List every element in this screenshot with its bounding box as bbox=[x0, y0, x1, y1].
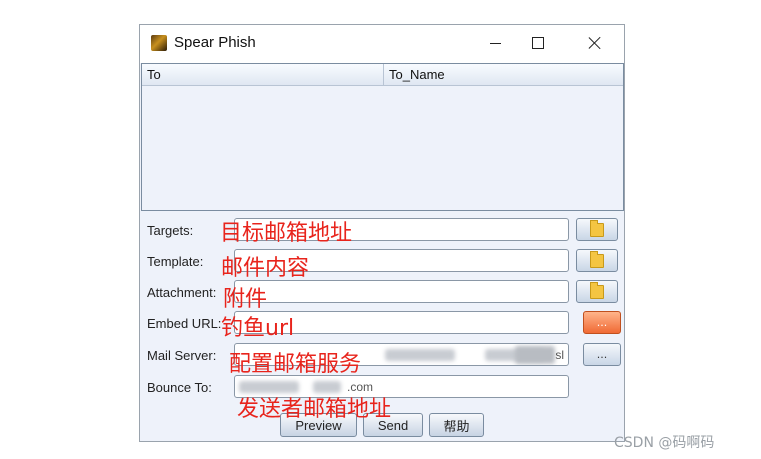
annotation-mail-server: 配置邮箱服务 bbox=[229, 352, 362, 377]
template-row: Template: bbox=[147, 249, 619, 275]
help-button[interactable]: 帮助 bbox=[429, 413, 484, 437]
column-header-to[interactable]: To bbox=[142, 64, 384, 85]
app-icon bbox=[151, 35, 167, 51]
title-bar: Spear Phish bbox=[140, 25, 624, 63]
attachment-label: Attachment: bbox=[147, 285, 217, 300]
bounce-to-label: Bounce To: bbox=[147, 380, 212, 395]
folder-icon bbox=[590, 219, 604, 237]
folder-icon bbox=[590, 250, 604, 268]
maximize-icon bbox=[532, 37, 544, 49]
template-label: Template: bbox=[147, 254, 204, 269]
mail-server-config-button[interactable]: ... bbox=[583, 343, 621, 366]
annotation-bounce-to: 发送者邮箱地址 bbox=[237, 397, 392, 422]
targets-label: Targets: bbox=[147, 223, 194, 238]
table-header: To To_Name bbox=[142, 64, 623, 86]
close-button[interactable] bbox=[572, 25, 618, 61]
embed-url-config-button[interactable]: ... bbox=[583, 311, 621, 334]
targets-browse-button[interactable] bbox=[576, 218, 618, 241]
targets-table[interactable]: To To_Name bbox=[141, 63, 624, 211]
annotation-embed-url: 钓鱼url bbox=[221, 316, 295, 341]
attachment-row: Attachment: bbox=[147, 280, 619, 306]
targets-row: Targets: bbox=[147, 218, 619, 244]
mail-server-label: Mail Server: bbox=[147, 348, 217, 363]
embed-url-row: Embed URL: ... bbox=[147, 311, 621, 337]
csdn-watermark: CSDN @码啊码 bbox=[614, 435, 715, 451]
annotation-attachment: 附件 bbox=[223, 287, 268, 312]
embed-url-label: Embed URL: bbox=[147, 316, 222, 331]
annotation-template: 邮件内容 bbox=[221, 256, 310, 281]
template-browse-button[interactable] bbox=[576, 249, 618, 272]
window-title: Spear Phish bbox=[174, 34, 256, 51]
minimize-icon bbox=[489, 42, 501, 44]
maximize-button[interactable] bbox=[515, 25, 561, 61]
mail-server-row: Mail Server: sl ... bbox=[147, 343, 621, 369]
spear-phish-window: Spear Phish To To_Name Targets: Template… bbox=[139, 24, 625, 442]
minimize-button[interactable] bbox=[472, 25, 518, 61]
folder-icon bbox=[590, 281, 604, 299]
attachment-browse-button[interactable] bbox=[576, 280, 618, 303]
annotation-targets: 目标邮箱地址 bbox=[220, 221, 353, 246]
column-header-to-name[interactable]: To_Name bbox=[384, 64, 623, 85]
mail-server-value-tail: sl bbox=[555, 348, 564, 362]
close-icon bbox=[588, 36, 602, 50]
attachment-input[interactable] bbox=[234, 280, 569, 303]
